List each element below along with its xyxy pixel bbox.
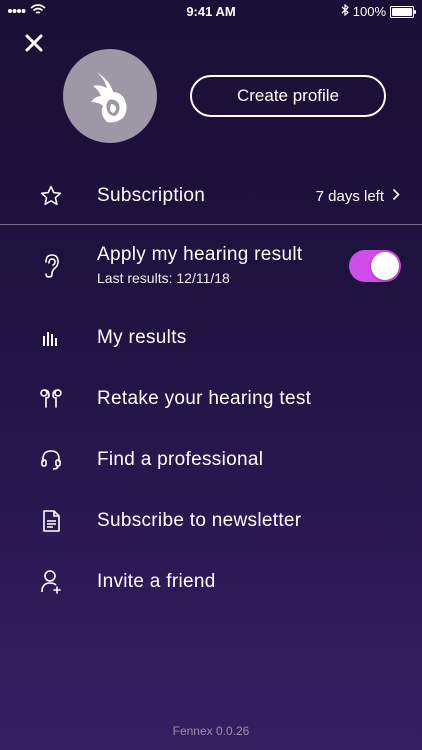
bluetooth-icon: [341, 3, 349, 19]
star-icon: [39, 184, 63, 208]
menu-item-retake-test[interactable]: Retake your hearing test: [0, 384, 422, 414]
battery-icon: [390, 5, 416, 18]
bar-chart-icon: [39, 326, 63, 350]
menu-item-newsletter[interactable]: Subscribe to newsletter: [0, 506, 422, 536]
earbuds-icon: [39, 387, 63, 411]
menu-item-invite-friend[interactable]: Invite a friend: [0, 567, 422, 597]
apply-hearing-label: Apply my hearing result: [97, 244, 303, 265]
toggle-knob: [371, 252, 399, 280]
menu-item-find-professional[interactable]: Find a professional: [0, 445, 422, 475]
battery-percent: 100%: [352, 4, 386, 19]
fennex-logo-icon: [91, 72, 127, 123]
last-results-label: Last results: 12/11/18: [97, 270, 230, 286]
apply-hearing-toggle[interactable]: [349, 250, 401, 282]
create-profile-button[interactable]: Create profile: [190, 75, 386, 117]
status-right: 100%: [341, 3, 416, 19]
subscription-status: 7 days left: [316, 188, 400, 205]
add-user-icon: [39, 570, 63, 594]
menu-item-label: My results: [97, 327, 187, 348]
headset-icon: [39, 448, 63, 472]
document-icon: [39, 509, 63, 533]
menu-item-label: Subscribe to newsletter: [97, 510, 302, 531]
menu-item-label: Invite a friend: [97, 571, 216, 592]
menu-item-my-results[interactable]: My results: [0, 323, 422, 353]
close-button[interactable]: [22, 31, 46, 55]
chevron-right-icon: [392, 188, 400, 205]
divider: [0, 224, 422, 225]
menu-item-label: Retake your hearing test: [97, 388, 312, 409]
close-icon: [25, 34, 43, 52]
menu-item-label: Find a professional: [97, 449, 264, 470]
avatar[interactable]: [63, 49, 157, 143]
ear-icon: [39, 253, 63, 279]
subscription-label: Subscription: [97, 185, 206, 206]
subscription-days-left: 7 days left: [315, 187, 384, 205]
status-bar: 9:41 AM 100%: [0, 0, 422, 24]
app-version: Fennex 0.0.26: [172, 724, 250, 738]
subscription-row[interactable]: Subscription 7 days left: [0, 181, 422, 211]
